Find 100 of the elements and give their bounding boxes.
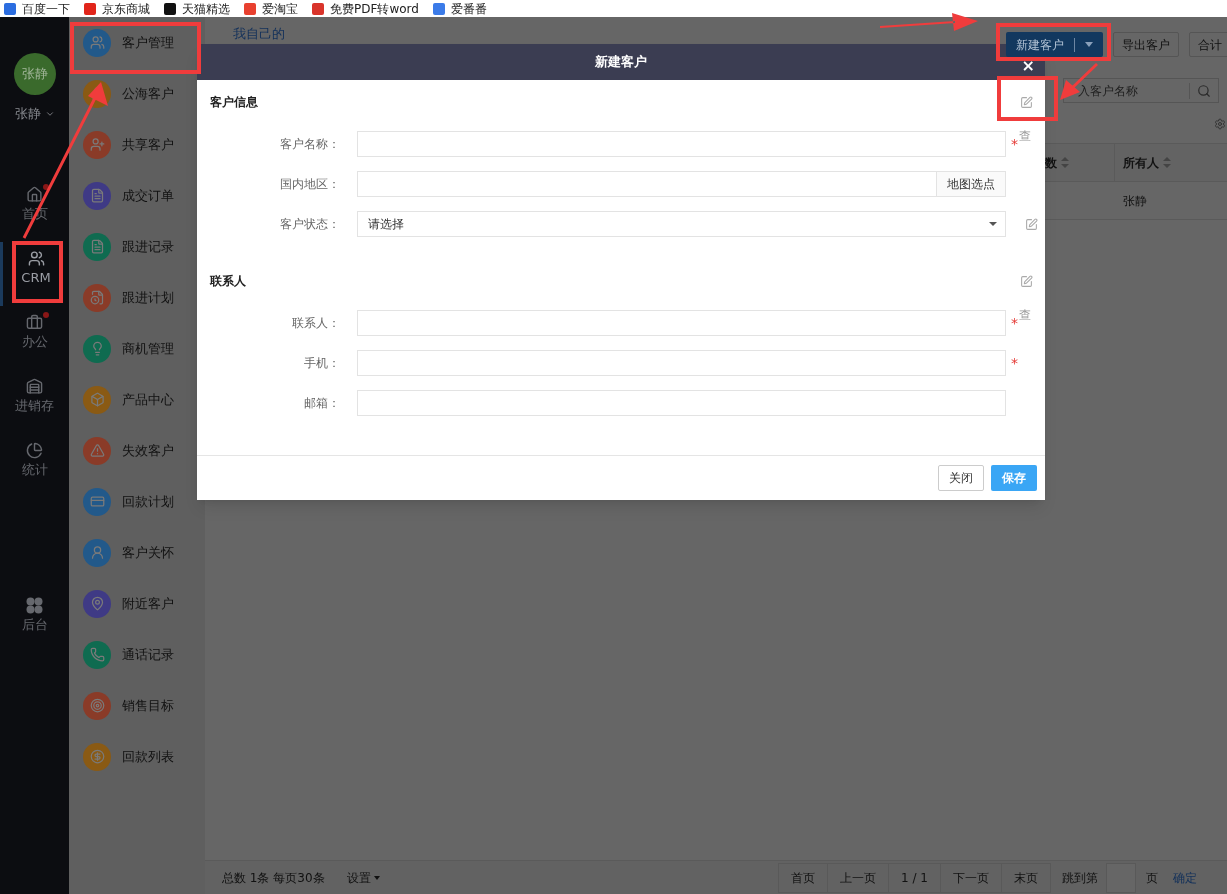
menu-item[interactable]: 附近客户 [69,578,205,629]
lookup-link[interactable]: 查 [1019,129,1031,143]
status-select[interactable]: 请选择 [357,211,1006,237]
page-button[interactable]: 末页 [1001,863,1050,892]
bookmark-icon [164,2,176,15]
highlight-frame [12,241,63,303]
caret-icon [373,875,380,880]
bookmark-icon [84,2,96,15]
menu-item[interactable]: 客户管理 [69,17,205,68]
bookmark[interactable]: 免费PDF转word [312,0,419,17]
text-field[interactable] [357,350,1006,376]
edit-icon[interactable] [1020,95,1033,109]
pie-chart-icon [26,441,43,459]
settings-dropdown[interactable]: 设置 [346,868,380,887]
field-label: 客户名称： [279,136,340,153]
menu-item[interactable]: 商机管理 [69,323,205,374]
user-menu[interactable]: 张静 [14,104,55,124]
bookmark[interactable]: 爱淘宝 [244,0,298,17]
avatar[interactable]: 张静 [13,53,56,95]
page-button[interactable]: 首页 [779,863,828,892]
bookmark-icon [312,2,324,15]
edit-icon[interactable] [1025,218,1038,231]
grid-icon [26,596,43,614]
settings-icon[interactable] [1214,118,1226,130]
text-field[interactable] [357,390,1006,416]
close-dialog-button[interactable]: 关闭 [938,465,984,491]
tab[interactable]: 我自己的 [233,25,285,43]
menu-item[interactable]: 失效客户 [69,425,205,476]
confirm-link[interactable]: 确定 [1173,868,1197,887]
new-customer-button[interactable]: 新建客户 [1006,32,1103,57]
bookmark-icon [4,2,16,15]
column-header[interactable]: 所有人 [1115,144,1227,181]
menu-item[interactable]: 跟进计划 [69,272,205,323]
bookmark-icon [432,2,445,15]
section-title: 客户信息 [210,94,258,111]
caret-icon[interactable] [1085,42,1093,47]
record-summary: 总数 1条 每页30条 [222,869,325,887]
bookmark[interactable]: 天猫精选 [164,0,230,17]
region-field[interactable]: 地图选点 [357,171,1006,197]
text-field[interactable] [357,131,1006,157]
bookmark[interactable]: 爱番番 [432,0,487,17]
menu-item[interactable]: 销售目标 [69,680,205,731]
map-pin-icon [89,596,105,611]
target-icon [89,698,105,713]
text-field[interactable] [357,310,1006,336]
required-mark: * [1011,135,1018,154]
highlight-frame [997,76,1058,121]
field-label: 联系人： [291,315,340,332]
dialog-title: 新建客户 [595,53,647,72]
menu-item[interactable]: 回款列表 [69,731,205,782]
document-clock-icon [89,290,105,305]
required-mark: * [1011,354,1018,373]
card-icon [89,494,105,509]
map-pick-button[interactable]: 地图选点 [936,172,1005,196]
document-icon [89,239,105,254]
box-icon [89,392,105,407]
field-label: 邮箱： [303,395,340,412]
nav-item[interactable]: 办公 [0,305,69,370]
field-label: 客户状态： [279,216,340,233]
menu-item[interactable]: 产品中心 [69,374,205,425]
users-icon [89,35,105,50]
bookmark[interactable]: 京东商城 [84,0,150,17]
lookup-link[interactable]: 查 [1019,308,1031,322]
close-button[interactable]: × [1021,58,1035,74]
briefcase-icon [26,313,43,331]
user-plus-icon [89,137,105,152]
search-icon[interactable] [1197,83,1211,98]
user-icon [89,545,105,560]
field-label: 国内地区： [279,176,340,193]
nav-item[interactable]: 统计 [0,433,69,498]
sort-icon[interactable] [1061,157,1069,168]
page-button[interactable]: 下一页 [940,863,1001,892]
save-button[interactable]: 保存 [991,465,1037,491]
menu-item[interactable]: 回款计划 [69,476,205,527]
search-field[interactable]: 入客户名称 [1063,78,1219,103]
nav-item[interactable]: 进销存 [0,369,69,434]
section-title: 联系人 [210,273,246,290]
action-button[interactable]: 合计 [1189,32,1227,57]
page-unit: 页 [1146,869,1158,887]
menu-item[interactable]: 通话记录 [69,629,205,680]
nav-item[interactable]: 后台 [0,588,69,653]
bookmark[interactable]: 百度一下 [4,0,70,17]
phone-icon [89,647,105,662]
document-icon [89,188,105,203]
table-cell-text: 张静 [1122,192,1148,210]
sort-icon[interactable] [1163,157,1171,168]
warning-icon [89,443,105,458]
action-button[interactable]: 导出客户 [1113,32,1179,57]
users-icon [27,249,45,267]
menu-item[interactable]: 客户关怀 [69,527,205,578]
field-label: 手机： [303,355,340,372]
menu-item[interactable]: 跟进记录 [69,221,205,272]
coin-icon [89,749,105,764]
page-button[interactable]: 1 / 1 [888,863,940,892]
edit-icon[interactable] [1020,274,1033,288]
jump-label: 跳到第 [1062,869,1098,887]
caret-icon [989,222,997,226]
home-icon [26,185,43,203]
required-mark: * [1011,314,1018,333]
warehouse-icon [26,377,43,395]
